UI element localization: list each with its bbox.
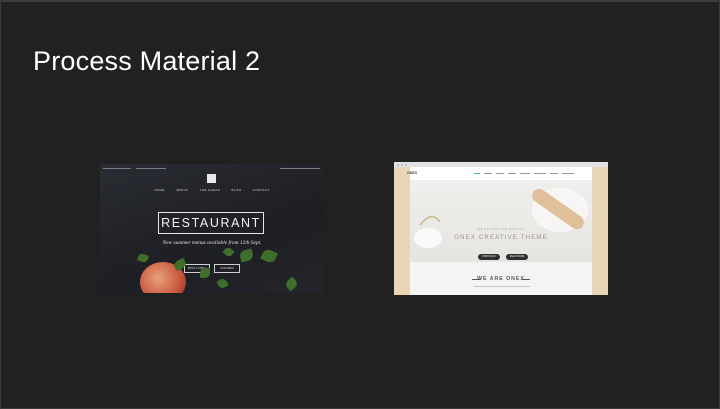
mortar-pestle-image [414, 188, 588, 248]
slide: Process Material 2 HOME ABOUT THE CHEFS … [0, 0, 720, 409]
onex-nav-item [508, 173, 516, 174]
onex-hero: WE DELIVER THE QUALITY ONEX CREATIVE THE… [410, 180, 592, 262]
leaf-decoration [238, 248, 255, 263]
leaf-decoration [260, 247, 278, 265]
leaf-decoration [200, 268, 210, 278]
divider-line [522, 279, 530, 280]
leaf-decoration [216, 277, 229, 290]
restaurant-nav: HOME ABOUT THE CHEFS BLOG CONTACT [100, 188, 324, 192]
onex-nav-item [484, 173, 492, 174]
restaurant-nav-item: THE CHEFS [199, 188, 221, 192]
onex-thumbnail[interactable]: ONEX WE DELIVER THE QUALITY ONEX CREATIV… [394, 162, 608, 295]
leaf-decoration [222, 246, 235, 258]
slide-title: Process Material 2 [33, 46, 261, 76]
onex-nav-item [520, 173, 530, 174]
onex-nav-item [562, 173, 574, 174]
leaf-decoration [136, 252, 150, 264]
restaurant-nav-item: HOME [154, 188, 165, 192]
leaf-decoration [284, 276, 299, 292]
restaurant-topbar [100, 164, 324, 173]
onex-nav-active [474, 173, 480, 174]
restaurant-menu-button: OUR MENU [214, 264, 240, 273]
restaurant-subheading: New summer menus available from 12th Sep… [162, 240, 262, 246]
restaurant-thumbnail[interactable]: HOME ABOUT THE CHEFS BLOG CONTACT RESTAU… [100, 164, 324, 293]
onex-hero-kicker: WE DELIVER THE QUALITY [477, 228, 525, 231]
onex-nav-item [534, 173, 546, 174]
restaurant-heading: RESTAURANT [158, 212, 264, 234]
onex-nav-item [550, 173, 558, 174]
onex-brand: ONEX [407, 171, 418, 175]
restaurant-logo-icon [207, 174, 216, 183]
restaurant-nav-item: CONTACT [252, 188, 270, 192]
restaurant-nav-item: ABOUT [176, 188, 189, 192]
onex-portfolio-button: PORTFOLIO [478, 254, 500, 260]
onex-section-title: WE ARE ONEX [477, 276, 525, 282]
onex-hero-title: ONEX CREATIVE THEME [454, 235, 548, 241]
onex-section-text [474, 286, 530, 287]
onex-readmore-button: READ MORE [506, 254, 528, 260]
onex-nav-item [496, 173, 504, 174]
restaurant-nav-item: BLOG [231, 188, 242, 192]
